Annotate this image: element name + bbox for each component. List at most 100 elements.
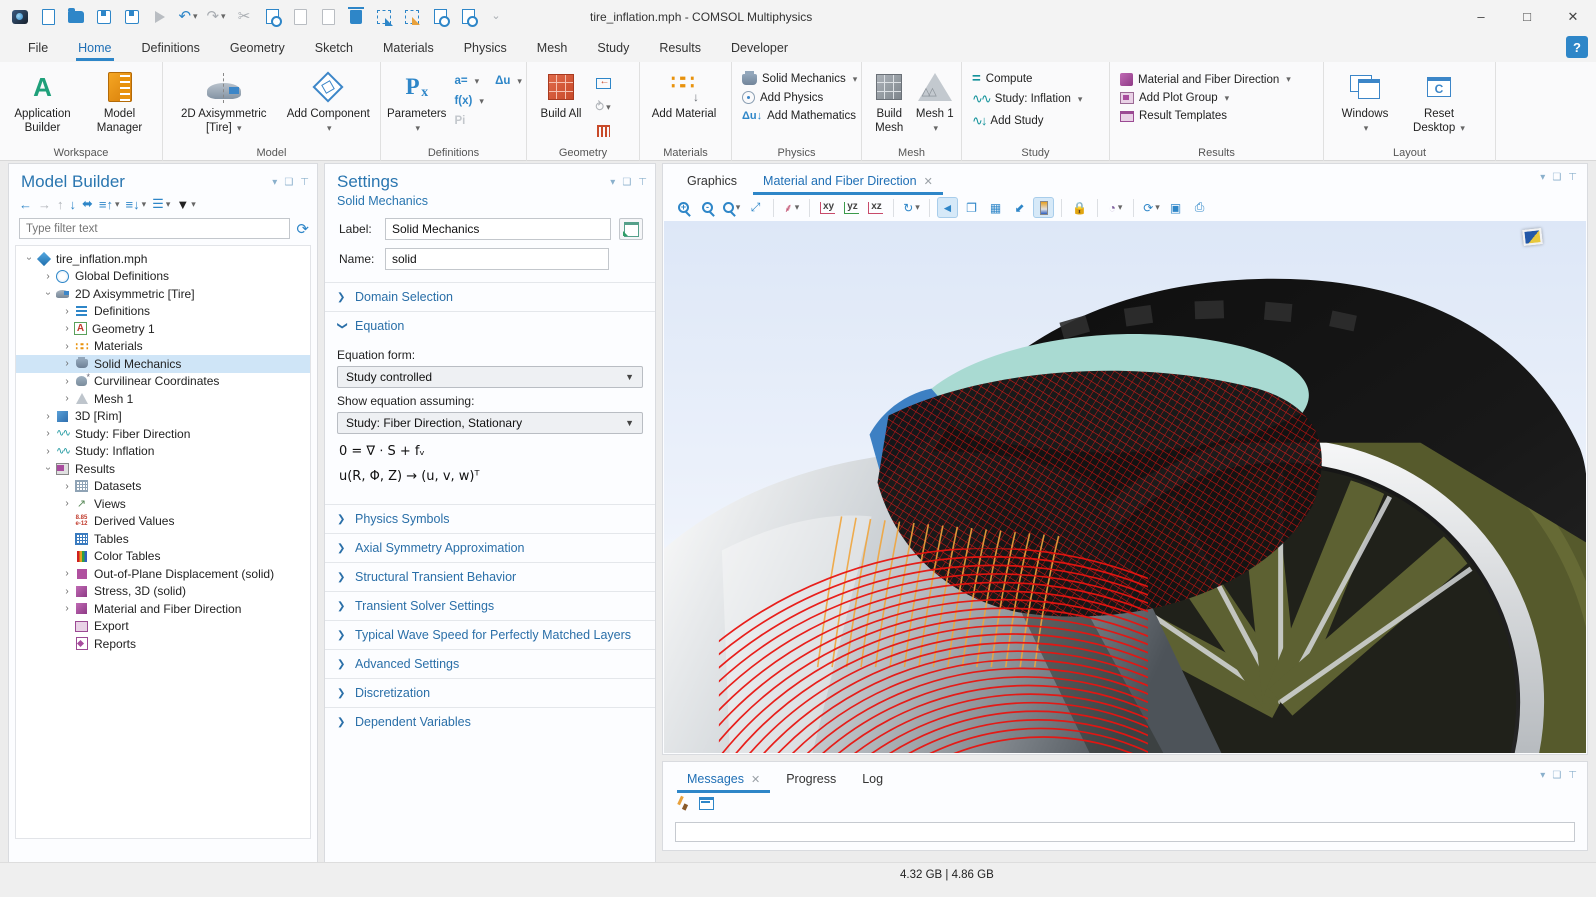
axisymmetric-component-button[interactable]: 2D Axisymmetric [Tire] ▾ bbox=[172, 66, 276, 136]
customize-chevron-icon[interactable]: ⌄ bbox=[484, 5, 508, 29]
expand-icon[interactable]: › bbox=[60, 481, 74, 492]
model-manager-button[interactable]: Model Manager bbox=[83, 66, 156, 136]
add-component-button[interactable]: Add Component ▾ bbox=[285, 66, 371, 136]
expand-icon[interactable]: › bbox=[60, 306, 74, 317]
run-icon[interactable] bbox=[148, 5, 172, 29]
zoom-box-icon[interactable]: ▾ bbox=[721, 197, 742, 218]
comsol-logo-icon[interactable] bbox=[8, 5, 32, 29]
windows-button[interactable]: Windows▾ bbox=[1330, 66, 1400, 136]
collapse-icon[interactable]: › bbox=[24, 252, 35, 266]
mesh-1-button[interactable]: Mesh 1 ▾ bbox=[914, 66, 955, 136]
view-yz-icon[interactable]: yz bbox=[841, 197, 862, 218]
plot-thumbnail-icon[interactable] bbox=[1522, 228, 1543, 246]
tree-node[interactable]: ›Views bbox=[16, 495, 310, 513]
select-box-icon[interactable] bbox=[372, 5, 396, 29]
expand-icon[interactable]: › bbox=[41, 271, 55, 282]
tree-node[interactable]: 8.85e-12Derived Values bbox=[16, 513, 310, 531]
menu-materials[interactable]: Materials bbox=[383, 33, 434, 62]
collapse-icon[interactable]: › bbox=[43, 462, 54, 476]
plot-axes-icon[interactable]: ⬋ bbox=[1009, 197, 1030, 218]
refresh-icon[interactable]: ⟳ bbox=[296, 220, 309, 238]
transparency-icon[interactable]: ❐ bbox=[961, 197, 982, 218]
print-icon[interactable]: ⎙ bbox=[1189, 197, 1210, 218]
result-templates-button[interactable]: Result Templates bbox=[1116, 109, 1295, 123]
new-file-icon[interactable] bbox=[36, 5, 60, 29]
tree-node[interactable]: ›Out-of-Plane Displacement (solid) bbox=[16, 565, 310, 583]
menu-definitions[interactable]: Definitions bbox=[142, 33, 200, 62]
save-as-icon[interactable] bbox=[120, 5, 144, 29]
environment-icon[interactable]: ◔▾ bbox=[1105, 197, 1126, 218]
close-button[interactable]: ✕ bbox=[1550, 0, 1596, 33]
tree-node[interactable]: ›Material and Fiber Direction bbox=[16, 600, 310, 618]
expand-icon[interactable]: › bbox=[60, 323, 74, 334]
minimize-button[interactable]: – bbox=[1458, 0, 1504, 33]
redo-icon[interactable]: ↷▾ bbox=[204, 5, 228, 29]
section-axial-symmetry-approximation[interactable]: ❯Axial Symmetry Approximation bbox=[325, 534, 655, 562]
create-parameter-button[interactable] bbox=[619, 218, 643, 240]
lock-icon[interactable]: 🔒 bbox=[1069, 197, 1090, 218]
label-input[interactable] bbox=[385, 218, 611, 240]
message-window-icon[interactable] bbox=[699, 797, 714, 810]
add-plot-group-button[interactable]: Add Plot Group▾ bbox=[1116, 91, 1295, 105]
show-icon[interactable]: ⬌ bbox=[82, 196, 93, 212]
tree-node[interactable]: ›Solid Mechanics bbox=[16, 355, 310, 373]
paste-into-icon[interactable] bbox=[316, 5, 340, 29]
tree-node[interactable]: ›Results bbox=[16, 460, 310, 478]
study-inflation-button[interactable]: ∿∿Study: Inflation▾ bbox=[968, 90, 1086, 108]
tree-node[interactable]: ›tire_inflation.mph bbox=[16, 250, 310, 268]
plot-group-button[interactable]: Material and Fiber Direction▾ bbox=[1116, 72, 1295, 87]
rebuild-button[interactable]: ⥁▾ bbox=[593, 98, 613, 116]
functions-button[interactable]: f(x)▾ bbox=[450, 94, 525, 108]
clear-messages-icon[interactable] bbox=[677, 796, 691, 810]
menu-physics[interactable]: Physics bbox=[464, 33, 507, 62]
undo-icon[interactable]: ↶▾ bbox=[176, 5, 200, 29]
build-mesh-button[interactable]: Build Mesh bbox=[868, 66, 910, 136]
delete-icon[interactable] bbox=[344, 5, 368, 29]
zoom-extents-icon[interactable]: ⤢ bbox=[745, 197, 766, 218]
tab-progress[interactable]: Progress bbox=[776, 772, 846, 793]
tree-node[interactable]: ›Geometry 1 bbox=[16, 320, 310, 338]
color-legend-icon[interactable] bbox=[1033, 197, 1054, 218]
tree-node[interactable]: Color Tables bbox=[16, 548, 310, 566]
expand-icon[interactable]: › bbox=[60, 586, 74, 597]
section-equation[interactable]: ❯Equation bbox=[325, 312, 655, 340]
tree-filter-input[interactable] bbox=[19, 218, 290, 239]
tree-node[interactable]: ›Datasets bbox=[16, 478, 310, 496]
tree-node[interactable]: Export bbox=[16, 618, 310, 636]
expand-icon[interactable]: › bbox=[60, 568, 74, 579]
expand-icon[interactable]: › bbox=[41, 428, 55, 439]
tab-graphics[interactable]: Graphics bbox=[677, 174, 747, 195]
grid-icon[interactable]: ▦ bbox=[985, 197, 1006, 218]
physics-interface-button[interactable]: Solid Mechanics▾ bbox=[738, 72, 861, 86]
tree-node[interactable]: ›3D [Rim] bbox=[16, 408, 310, 426]
tree-node[interactable]: Tables bbox=[16, 530, 310, 548]
collapse-icon[interactable]: › bbox=[43, 287, 54, 301]
go-to-view-icon[interactable]: ⸙▾ bbox=[781, 197, 802, 218]
tree-node[interactable]: ›Study: Fiber Direction bbox=[16, 425, 310, 443]
expand-all-icon[interactable]: ≡↓▾ bbox=[126, 197, 147, 212]
expand-icon[interactable]: › bbox=[60, 341, 74, 352]
copy-icon[interactable] bbox=[260, 5, 284, 29]
add-mathematics-button[interactable]: Δu↓Add Mathematics bbox=[738, 109, 861, 123]
menu-study[interactable]: Study bbox=[597, 33, 629, 62]
add-material-button[interactable]: Add Material bbox=[646, 66, 722, 121]
expand-icon[interactable]: › bbox=[60, 393, 74, 404]
expand-icon[interactable]: › bbox=[60, 376, 74, 387]
expand-icon[interactable]: › bbox=[41, 446, 55, 457]
menu-results[interactable]: Results bbox=[659, 33, 701, 62]
update-scene-icon[interactable]: ⟳▾ bbox=[1141, 197, 1162, 218]
maximize-button[interactable]: □ bbox=[1504, 0, 1550, 33]
cut-icon[interactable]: ✂ bbox=[232, 5, 256, 29]
graphics-canvas[interactable] bbox=[664, 221, 1586, 753]
section-physics-symbols[interactable]: ❯Physics Symbols bbox=[325, 505, 655, 533]
snapshot-icon[interactable]: ▣ bbox=[1165, 197, 1186, 218]
expand-icon[interactable]: › bbox=[41, 411, 55, 422]
section-dependent-variables[interactable]: ❯Dependent Variables bbox=[325, 708, 655, 736]
application-builder-button[interactable]: A Application Builder bbox=[6, 66, 79, 136]
menu-sketch[interactable]: Sketch bbox=[315, 33, 353, 62]
parameter-case-button[interactable]: Pi bbox=[450, 114, 525, 128]
zoom-out-icon[interactable]: - bbox=[697, 197, 718, 218]
panel-window-buttons[interactable]: ▾❑⊤ bbox=[1540, 770, 1577, 781]
reset-desktop-button[interactable]: C Reset Desktop ▾ bbox=[1404, 66, 1474, 136]
name-input[interactable] bbox=[385, 248, 609, 270]
